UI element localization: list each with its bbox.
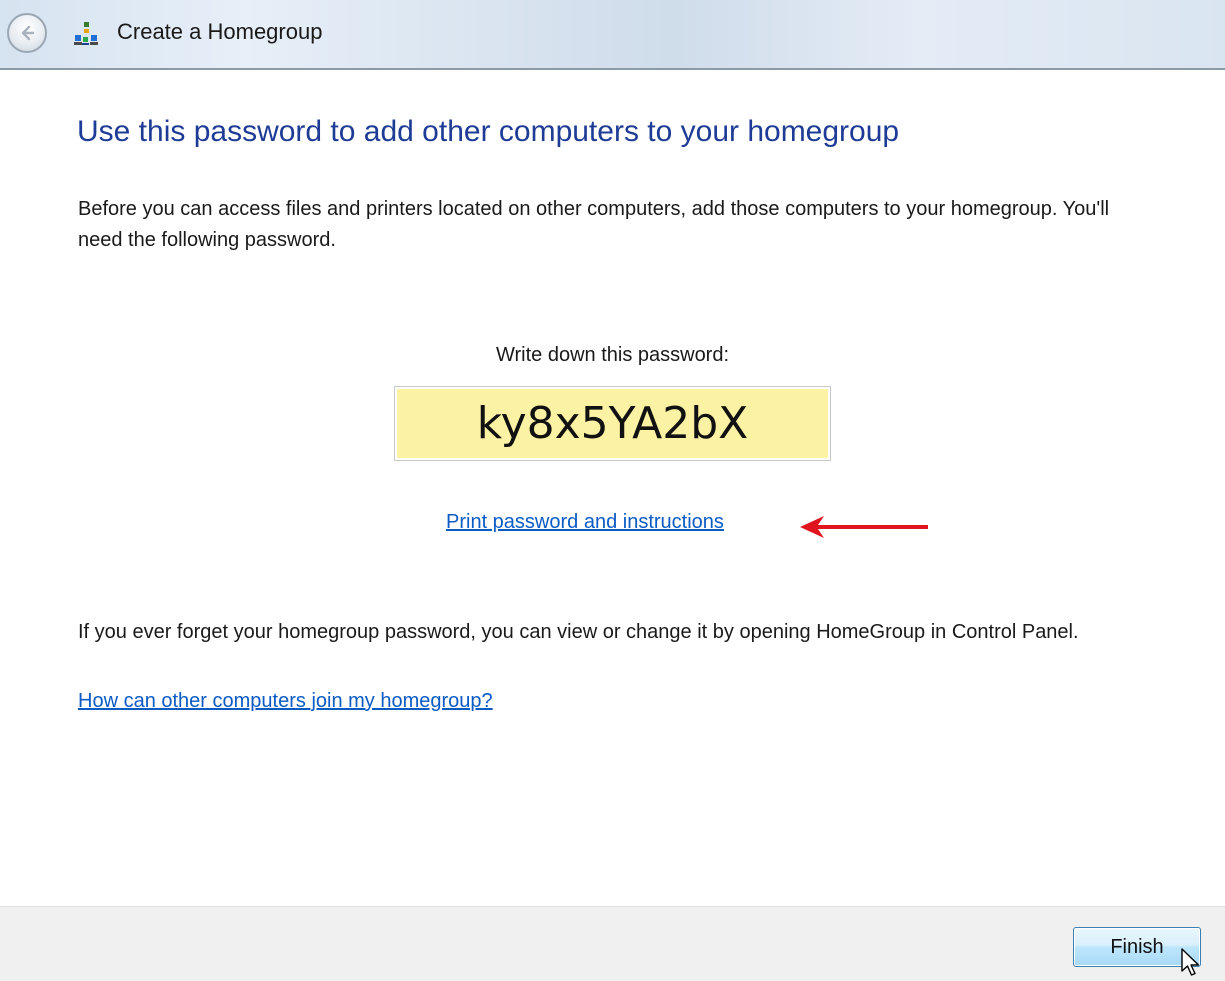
back-button[interactable] (7, 13, 47, 53)
forget-password-text: If you ever forget your homegroup passwo… (78, 621, 1079, 643)
page-heading: Use this password to add other computers… (77, 115, 900, 148)
title-bar: Create a Homegroup (0, 0, 1225, 70)
mouse-cursor-icon (1181, 948, 1200, 976)
password-label: Write down this password: (495, 344, 730, 366)
window-title: Create a Homegroup (117, 19, 323, 44)
password-display: ky8x5YA2bX (394, 386, 831, 461)
create-homegroup-window: Create a Homegroup Use this password to … (0, 0, 1225, 981)
join-homegroup-help-link[interactable]: How can other computers join my homegrou… (78, 690, 493, 713)
footer-bar (0, 906, 1225, 981)
print-password-link[interactable]: Print password and instructions (446, 511, 724, 534)
back-arrow-icon (21, 25, 35, 41)
red-arrow-annotation-icon (800, 516, 928, 538)
intro-text: Before you can access files and printers… (78, 198, 1110, 251)
homegroup-icon (74, 22, 98, 45)
